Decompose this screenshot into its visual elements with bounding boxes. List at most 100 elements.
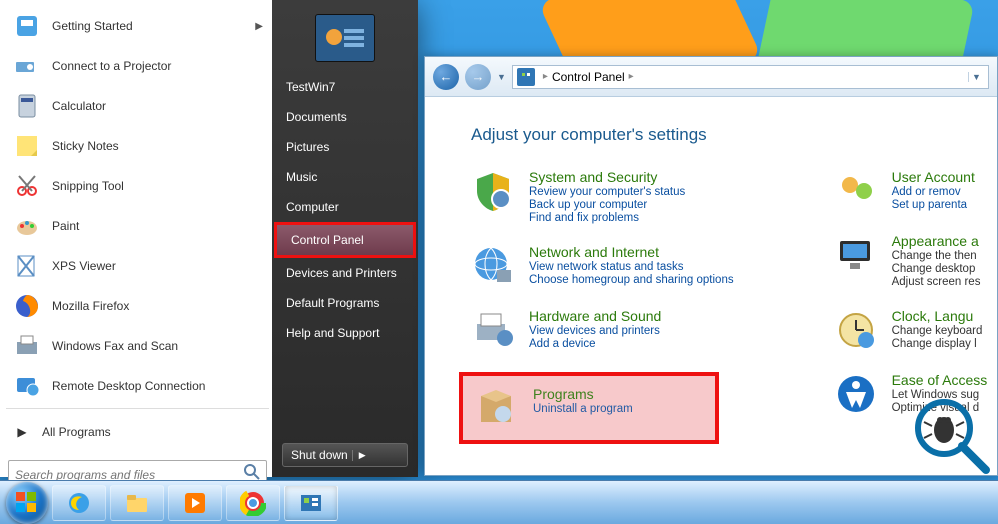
menu-item-calculator[interactable]: Calculator	[6, 86, 269, 126]
all-programs-label: All Programs	[42, 425, 111, 439]
globe-icon	[471, 244, 515, 288]
start-menu-right-pane: TestWin7 Documents Pictures Music Comput…	[272, 0, 418, 477]
shutdown-options-arrow-icon[interactable]: ▶	[352, 450, 366, 461]
flag-icon	[12, 11, 42, 41]
category-user-accounts: User Account Add or remov Set up parenta	[834, 169, 988, 213]
page-heading: Adjust your computer's settings	[471, 125, 997, 145]
shutdown-label: Shut down	[291, 448, 348, 462]
menu-item-label: Mozilla Firefox	[52, 299, 129, 313]
nav-dropdown-icon[interactable]: ▼	[497, 72, 506, 82]
menu-item-sticky-notes[interactable]: Sticky Notes	[6, 126, 269, 166]
programs-box-icon	[475, 386, 519, 430]
category-link[interactable]: Uninstall a program	[533, 403, 633, 415]
category-link[interactable]: Find and fix problems	[529, 212, 685, 224]
ease-of-access-icon	[834, 372, 878, 416]
category-title[interactable]: Clock, Langu	[892, 308, 983, 324]
category-link[interactable]: Back up your computer	[529, 199, 685, 211]
menu-item-xps-viewer[interactable]: XPS Viewer	[6, 246, 269, 286]
users-icon	[834, 169, 878, 213]
taskbar-item-chrome[interactable]	[226, 485, 280, 521]
taskbar-item-explorer[interactable]	[110, 485, 164, 521]
menu-item-label: Calculator	[52, 99, 106, 113]
scissors-icon	[12, 171, 42, 201]
category-title[interactable]: Network and Internet	[529, 244, 734, 260]
menu-item-fax-scan[interactable]: Windows Fax and Scan	[6, 326, 269, 366]
right-item-devices-printers[interactable]: Devices and Printers	[272, 258, 418, 288]
clock-icon	[834, 308, 878, 352]
right-item-computer[interactable]: Computer	[272, 192, 418, 222]
fax-icon	[12, 331, 42, 361]
address-dropdown-icon[interactable]: ▼	[968, 72, 984, 82]
start-button[interactable]	[6, 482, 48, 524]
monitor-icon	[834, 233, 878, 277]
category-link[interactable]: Set up parenta	[892, 199, 975, 211]
start-menu-left-pane: Getting Started ▶ Connect to a Projector…	[0, 0, 272, 477]
category-hardware-sound: Hardware and Sound View devices and prin…	[471, 308, 734, 352]
category-link[interactable]: Change keyboard	[892, 325, 983, 337]
breadcrumb-separator-icon: ▸	[629, 71, 634, 82]
right-item-pictures[interactable]: Pictures	[272, 132, 418, 162]
xps-icon	[12, 251, 42, 281]
address-field[interactable]: ▸ Control Panel ▸ ▼	[512, 65, 989, 89]
breadcrumb-separator-icon: ▸	[543, 71, 548, 82]
right-item-default-programs[interactable]: Default Programs	[272, 288, 418, 318]
firefox-icon	[12, 291, 42, 321]
category-link[interactable]: Change the then	[892, 250, 981, 262]
control-panel-icon	[517, 68, 535, 86]
user-name[interactable]: TestWin7	[272, 72, 418, 102]
menu-item-paint[interactable]: Paint	[6, 206, 269, 246]
category-link[interactable]: Change desktop	[892, 263, 981, 275]
right-item-help-support[interactable]: Help and Support	[272, 318, 418, 348]
menu-item-label: Sticky Notes	[52, 139, 119, 153]
remote-desktop-icon	[12, 371, 42, 401]
breadcrumb-item[interactable]: Control Panel	[552, 70, 625, 84]
category-link[interactable]: View devices and printers	[529, 325, 661, 337]
taskbar-item-control-panel[interactable]	[284, 485, 338, 521]
category-appearance: Appearance a Change the then Change desk…	[834, 233, 988, 288]
category-link[interactable]: View network status and tasks	[529, 261, 734, 273]
watermark-logo	[912, 396, 992, 476]
category-title[interactable]: System and Security	[529, 169, 685, 185]
projector-icon	[12, 51, 42, 81]
paint-icon	[12, 211, 42, 241]
menu-item-snipping-tool[interactable]: Snipping Tool	[6, 166, 269, 206]
category-title[interactable]: Ease of Access	[892, 372, 988, 388]
menu-item-label: Remote Desktop Connection	[52, 379, 205, 393]
category-title[interactable]: User Account	[892, 169, 975, 185]
category-link[interactable]: Add a device	[529, 338, 661, 350]
menu-item-label: Paint	[52, 219, 79, 233]
category-link[interactable]: Add or remov	[892, 186, 975, 198]
category-title[interactable]: Programs	[533, 386, 633, 402]
right-item-control-panel[interactable]: Control Panel	[274, 222, 416, 258]
menu-item-label: Getting Started	[52, 19, 133, 33]
menu-item-label: Connect to a Projector	[52, 59, 171, 73]
menu-item-projector[interactable]: Connect to a Projector	[6, 46, 269, 86]
category-title[interactable]: Appearance a	[892, 233, 981, 249]
submenu-arrow-icon: ▶	[255, 21, 263, 32]
shield-icon	[471, 169, 515, 213]
menu-item-rdp[interactable]: Remote Desktop Connection	[6, 366, 269, 406]
category-programs: Programs Uninstall a program	[459, 372, 719, 444]
printer-icon	[471, 308, 515, 352]
menu-item-label: Snipping Tool	[52, 179, 124, 193]
shutdown-button[interactable]: Shut down ▶	[282, 443, 408, 467]
menu-item-getting-started[interactable]: Getting Started ▶	[6, 6, 269, 46]
all-programs[interactable]: ▶ All Programs	[6, 408, 269, 452]
user-picture[interactable]	[315, 14, 375, 62]
right-item-music[interactable]: Music	[272, 162, 418, 192]
category-system-security: System and Security Review your computer…	[471, 169, 734, 224]
menu-item-label: Windows Fax and Scan	[52, 339, 178, 353]
nav-back-button[interactable]: ←	[433, 64, 459, 90]
menu-item-label: XPS Viewer	[52, 259, 116, 273]
category-link[interactable]: Choose homegroup and sharing options	[529, 274, 734, 286]
category-link[interactable]: Adjust screen res	[892, 276, 981, 288]
category-link[interactable]: Change display l	[892, 338, 983, 350]
category-title[interactable]: Hardware and Sound	[529, 308, 661, 324]
menu-item-firefox[interactable]: Mozilla Firefox	[6, 286, 269, 326]
taskbar-item-media-player[interactable]	[168, 485, 222, 521]
taskbar	[0, 480, 998, 524]
right-item-documents[interactable]: Documents	[272, 102, 418, 132]
nav-forward-button[interactable]: →	[465, 64, 491, 90]
category-link[interactable]: Review your computer's status	[529, 186, 685, 198]
taskbar-item-ie[interactable]	[52, 485, 106, 521]
